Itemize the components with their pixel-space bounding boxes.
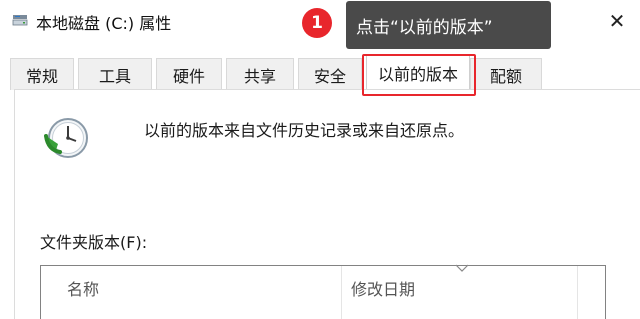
tab-sharing[interactable]: 共享	[226, 58, 294, 90]
tab-previous-versions[interactable]: 以前的版本	[366, 54, 470, 90]
column-divider[interactable]	[577, 266, 578, 319]
column-header-modified-date[interactable]: 修改日期	[351, 276, 415, 300]
callout-text: 点击“以前的版本”	[356, 18, 493, 38]
drive-icon	[12, 15, 28, 26]
close-button[interactable]: ✕	[600, 6, 634, 36]
tab-quota[interactable]: 配额	[470, 58, 542, 90]
step-badge: 1	[302, 8, 332, 38]
column-divider[interactable]	[341, 266, 342, 319]
instruction-callout: 点击“以前的版本”	[346, 1, 551, 49]
versions-list[interactable]: 名称 修改日期	[40, 264, 606, 319]
close-icon: ✕	[608, 9, 626, 33]
folder-versions-label: 文件夹版本(F):	[40, 233, 148, 252]
description-text: 以前的版本来自文件历史记录或来自还原点。	[144, 121, 465, 140]
sort-chevron-icon	[455, 264, 469, 272]
tab-hardware[interactable]: 硬件	[156, 58, 222, 90]
tab-general[interactable]: 常规	[10, 58, 74, 90]
tab-strip: 常规 工具 硬件 共享 安全 配额 以前的版本	[10, 54, 542, 90]
tab-tools[interactable]: 工具	[78, 58, 152, 90]
column-header-name[interactable]: 名称	[67, 276, 99, 300]
tab-security[interactable]: 安全	[298, 58, 362, 90]
window-title: 本地磁盘 (C:) 属性	[36, 14, 172, 33]
restore-clock-icon	[44, 118, 88, 158]
